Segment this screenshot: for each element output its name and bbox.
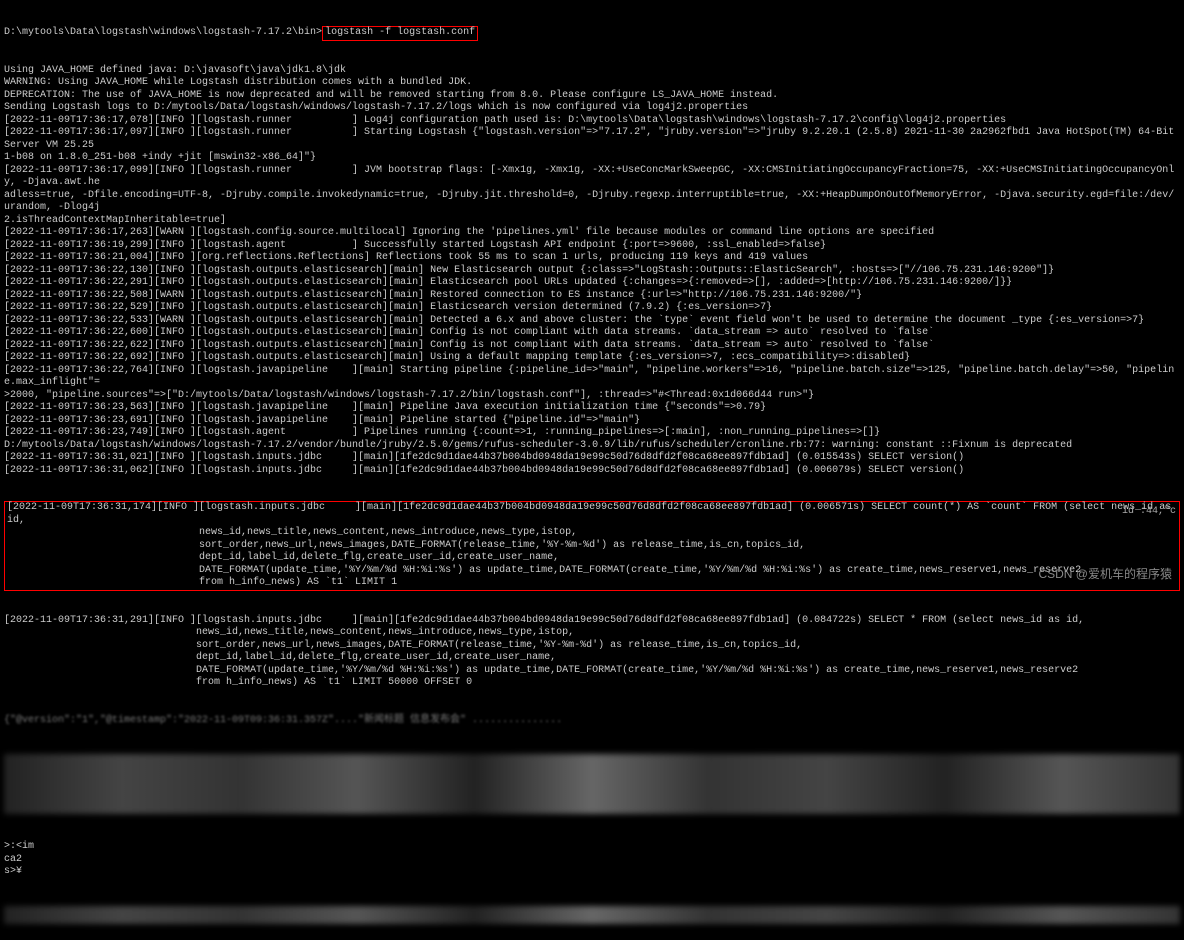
log-line: dept_id,label_id,delete_flg,create_user_… — [4, 652, 1180, 665]
blurred-region — [4, 754, 1180, 814]
command-line: D:\mytools\Data\logstash\windows\logstas… — [4, 27, 1180, 40]
log-line: [2022-11-09T17:36:22,764][INFO ][logstas… — [4, 365, 1180, 390]
fragment-line: s>¥ — [4, 866, 1180, 879]
log-line: DEPRECATION: The use of JAVA_HOME is now… — [4, 90, 1180, 103]
log-line: [2022-11-09T17:36:23,563][INFO ][logstas… — [4, 402, 1180, 415]
log-line: WARNING: Using JAVA_HOME while Logstash … — [4, 77, 1180, 90]
log-line: Using JAVA_HOME defined java: D:\javasof… — [4, 65, 1180, 78]
log-lines-after: [2022-11-09T17:36:31,291][INFO ][logstas… — [4, 615, 1180, 690]
csdn-watermark: CSDN @爱机车的程序猿 — [1038, 567, 1172, 582]
log-line: [2022-11-09T17:36:22,291][INFO ][logstas… — [4, 277, 1180, 290]
log-line: dept_id,label_id,delete_flg,create_user_… — [7, 552, 1177, 565]
command-highlight: logstash -f logstash.conf — [322, 26, 478, 41]
log-line: from h_info_news) AS `t1` LIMIT 1 — [7, 577, 1177, 590]
truncated-right-text: id :44,"c — [1122, 506, 1176, 519]
log-line: [2022-11-09T17:36:17,263][WARN ][logstas… — [4, 227, 1180, 240]
sql-query-highlight: [2022-11-09T17:36:31,174][INFO ][logstas… — [4, 501, 1180, 591]
log-line: D:/mytools/Data/logstash/windows/logstas… — [4, 440, 1180, 453]
log-line: from h_info_news) AS `t1` LIMIT 50000 OF… — [4, 677, 1180, 690]
log-line: [2022-11-09T17:36:23,691][INFO ][logstas… — [4, 415, 1180, 428]
bottom-fragments: >:<imca2s>¥ — [4, 841, 1180, 879]
terminal-output: D:\mytools\Data\logstash\windows\logstas… — [0, 0, 1184, 940]
blurred-region-2 — [4, 906, 1180, 924]
log-line: [2022-11-09T17:36:31,291][INFO ][logstas… — [4, 615, 1180, 628]
json-output-line: {"@version":"1","@timestamp":"2022-11-09… — [4, 715, 1180, 728]
log-line: [2022-11-09T17:36:22,692][INFO ][logstas… — [4, 352, 1180, 365]
log-line: [2022-11-09T17:36:21,004][INFO ][org.ref… — [4, 252, 1180, 265]
log-line: [2022-11-09T17:36:22,622][INFO ][logstas… — [4, 340, 1180, 353]
log-line: [2022-11-09T17:36:31,062][INFO ][logstas… — [4, 465, 1180, 478]
log-line: [2022-11-09T17:36:17,078][INFO ][logstas… — [4, 115, 1180, 128]
log-line: news_id,news_title,news_content,news_int… — [7, 527, 1177, 540]
log-line: [2022-11-09T17:36:22,529][INFO ][logstas… — [4, 302, 1180, 315]
log-line: [2022-11-09T17:36:17,099][INFO ][logstas… — [4, 165, 1180, 190]
log-line: 2.isThreadContextMapInheritable=true] — [4, 215, 1180, 228]
log-line: >2000, "pipeline.sources"=>["D:/mytools/… — [4, 390, 1180, 403]
log-line: sort_order,news_url,news_images,DATE_FOR… — [7, 540, 1177, 553]
log-line: Sending Logstash logs to D:/mytools/Data… — [4, 102, 1180, 115]
prompt-path: D:\mytools\Data\logstash\windows\logstas… — [4, 27, 322, 38]
fragment-line: ca2 — [4, 854, 1180, 867]
log-line: [2022-11-09T17:36:23,749][INFO ][logstas… — [4, 427, 1180, 440]
log-line: [2022-11-09T17:36:31,021][INFO ][logstas… — [4, 452, 1180, 465]
log-line: news_id,news_title,news_content,news_int… — [4, 627, 1180, 640]
log-line: 1-b08 on 1.8.0_251-b08 +indy +jit [mswin… — [4, 152, 1180, 165]
log-line: [2022-11-09T17:36:22,508][WARN ][logstas… — [4, 290, 1180, 303]
log-line: [2022-11-09T17:36:22,600][INFO ][logstas… — [4, 327, 1180, 340]
log-line: [2022-11-09T17:36:17,097][INFO ][logstas… — [4, 127, 1180, 152]
log-line: [2022-11-09T17:36:31,174][INFO ][logstas… — [7, 502, 1177, 527]
log-line: [2022-11-09T17:36:19,299][INFO ][logstas… — [4, 240, 1180, 253]
log-line: DATE_FORMAT(update_time,'%Y/%m/%d %H:%i:… — [4, 665, 1180, 678]
log-line: adless=true, -Dfile.encoding=UTF-8, -Djr… — [4, 190, 1180, 215]
log-line: [2022-11-09T17:36:22,533][WARN ][logstas… — [4, 315, 1180, 328]
fragment-line: >:<im — [4, 841, 1180, 854]
log-line: DATE_FORMAT(update_time,'%Y/%m/%d %H:%i:… — [7, 565, 1177, 578]
log-lines-container: Using JAVA_HOME defined java: D:\javasof… — [4, 65, 1180, 478]
log-line: [2022-11-09T17:36:22,130][INFO ][logstas… — [4, 265, 1180, 278]
log-line: sort_order,news_url,news_images,DATE_FOR… — [4, 640, 1180, 653]
